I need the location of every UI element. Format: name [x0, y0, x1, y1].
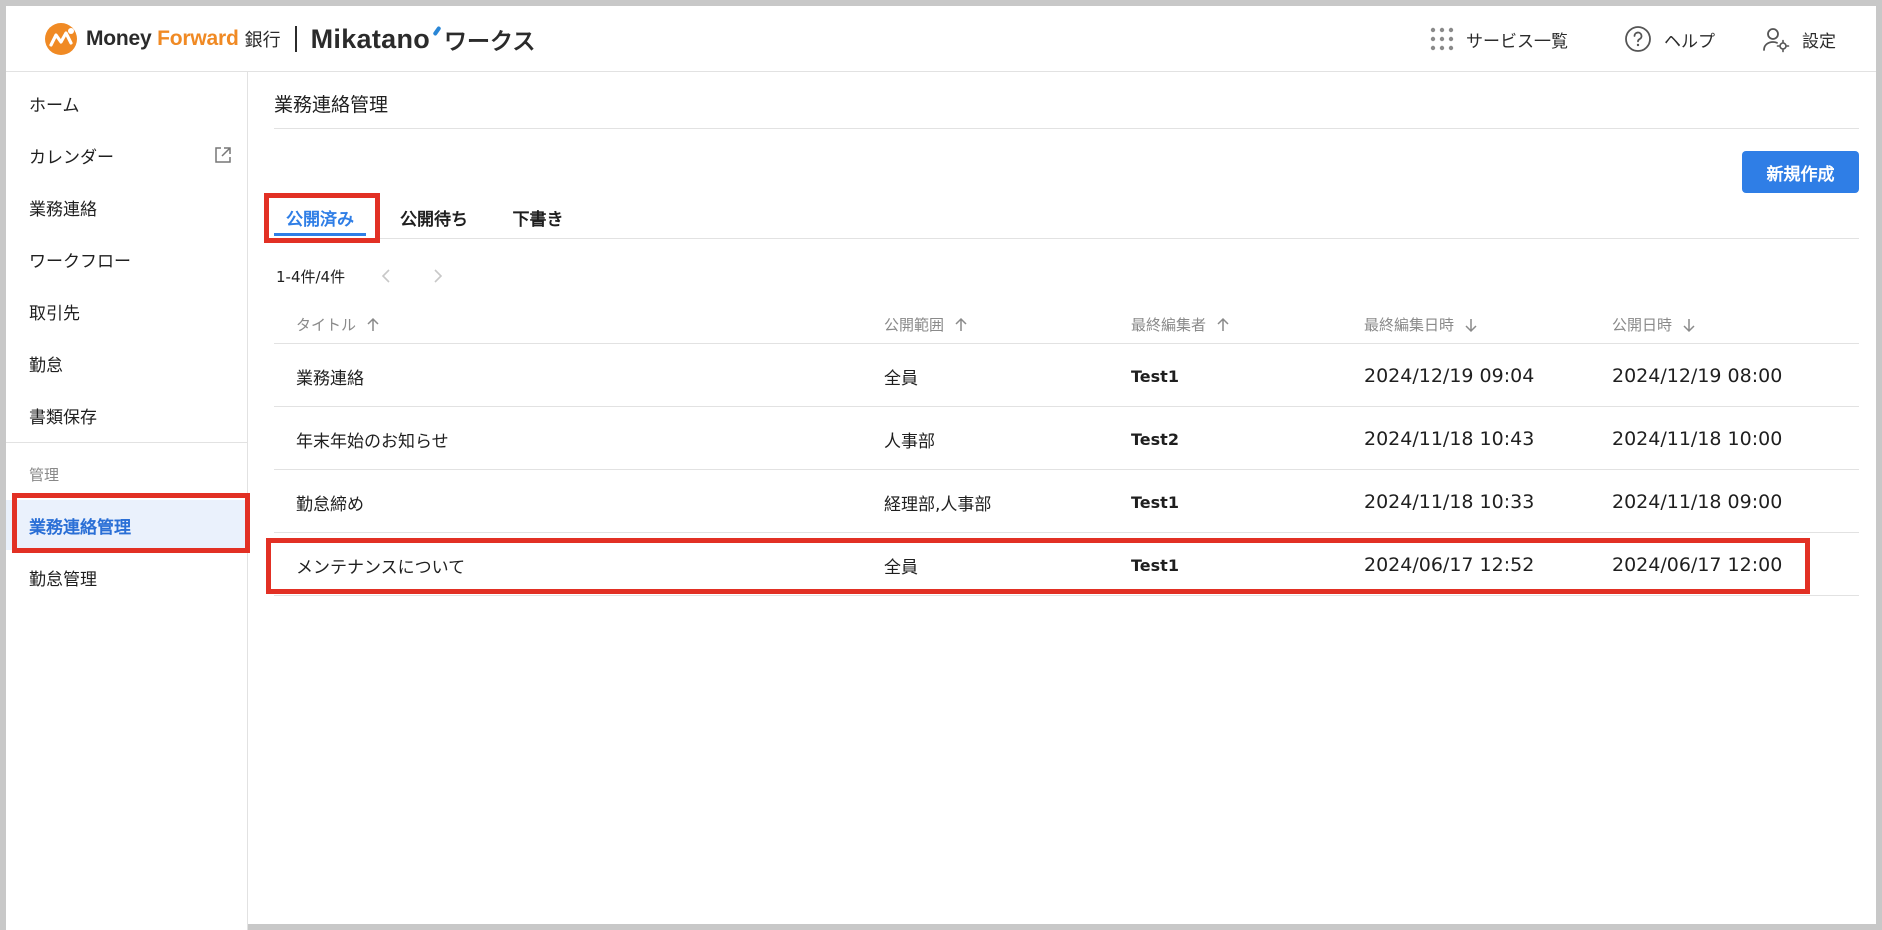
sidebar-item-calendar[interactable]: カレンダー [6, 130, 248, 180]
column-edited-at-label: 最終編集日時 [1364, 316, 1455, 334]
cell-published-at: 2024/06/17 12:00 [1612, 554, 1783, 576]
new-post-button[interactable]: 新規作成 [1742, 151, 1859, 193]
cell-scope: 経理部,人事部 [884, 494, 992, 515]
brand-mikatano: Mikatano [311, 24, 442, 55]
pagination-count: 1-4件/4件 [276, 267, 346, 286]
status-tabs: 公開済み 公開待ち 下書き [274, 201, 1859, 239]
settings-button[interactable]: 設定 [1762, 24, 1836, 54]
column-editor[interactable]: 最終編集者 [1131, 314, 1230, 335]
tab-published[interactable]: 公開済み [274, 201, 366, 239]
sidebar-item-label: 取引先 [29, 303, 80, 324]
sidebar-item-label: 書類保存 [29, 407, 97, 428]
sidebar-section-label: 管理 [29, 466, 60, 484]
column-scope-label: 公開範囲 [884, 316, 945, 334]
brand-logo[interactable]: Money Forward 銀行 Mikatano ワークス [44, 22, 535, 56]
sidebar-divider [6, 442, 248, 443]
column-editor-label: 最終編集者 [1131, 316, 1207, 334]
sidebar-item-label: 業務連絡 [29, 199, 97, 220]
sidebar-item-home[interactable]: ホーム [6, 78, 248, 128]
cell-scope: 全員 [884, 368, 918, 389]
help-icon [1625, 26, 1651, 52]
sort-desc-icon [1465, 318, 1477, 332]
cell-scope: 全員 [884, 557, 918, 578]
column-scope[interactable]: 公開範囲 [884, 314, 968, 335]
column-published-at[interactable]: 公開日時 [1612, 314, 1696, 335]
tab-scheduled[interactable]: 公開待ち [394, 201, 474, 239]
sidebar-item-attendance[interactable]: 勤怠 [6, 338, 248, 388]
chevron-right-icon[interactable] [432, 268, 444, 284]
cell-editor: Test1 [1131, 492, 1179, 512]
sidebar-item-attendance-admin[interactable]: 勤怠管理 [6, 552, 248, 602]
cell-title[interactable]: メンテナンスについて [296, 534, 465, 596]
cell-editor: Test1 [1131, 555, 1179, 575]
column-published-at-label: 公開日時 [1612, 316, 1673, 334]
sidebar: ホーム カレンダー 業務連絡 ワークフロー 取引先 勤怠 書類保存 管理 業務連… [6, 72, 248, 930]
user-settings-icon [1763, 28, 1790, 53]
pagination: 1-4件/4件 [276, 264, 345, 288]
sort-desc-icon [1683, 318, 1695, 332]
help-label: ヘルプ [1664, 31, 1715, 52]
sort-asc-icon [1217, 317, 1229, 331]
column-edited-at[interactable]: 最終編集日時 [1364, 314, 1478, 335]
cell-editor: Test1 [1131, 366, 1179, 386]
sidebar-item-workflow[interactable]: ワークフロー [6, 234, 248, 284]
sidebar-item-label: カレンダー [29, 147, 114, 168]
brand-works: ワークス [444, 29, 536, 55]
cell-edited-at: 2024/11/18 10:33 [1364, 491, 1535, 513]
cell-edited-at: 2024/12/19 09:04 [1364, 365, 1535, 387]
help-button[interactable]: ヘルプ [1624, 24, 1715, 54]
app-window: Money Forward 銀行 Mikatano ワークス サービス一覧 ヘル… [0, 0, 1882, 930]
cell-published-at: 2024/11/18 09:00 [1612, 491, 1783, 513]
page-title: 業務連絡管理 [274, 94, 389, 116]
brand-separator [294, 26, 297, 52]
sort-asc-icon [955, 317, 967, 331]
cell-published-at: 2024/12/19 08:00 [1612, 365, 1783, 387]
cell-editor: Test2 [1131, 429, 1179, 449]
sort-asc-icon [367, 317, 379, 331]
brand-bank: 銀行 [244, 30, 281, 51]
tab-draft[interactable]: 下書き [506, 201, 570, 239]
service-list-button[interactable]: サービス一覧 [1430, 24, 1568, 54]
sidebar-item-label: ホーム [29, 95, 80, 116]
cell-title[interactable]: 業務連絡 [296, 345, 364, 407]
table-row[interactable]: メンテナンスについて 全員 Test1 2024/06/17 12:52 202… [274, 534, 1859, 596]
cell-scope: 人事部 [884, 431, 935, 452]
external-link-icon [215, 147, 231, 163]
grid-icon [1430, 27, 1454, 51]
cell-title[interactable]: 勤怠締め [296, 471, 364, 533]
sidebar-item-business-contact[interactable]: 業務連絡 [6, 182, 248, 232]
sidebar-item-label: 勤怠 [29, 355, 63, 376]
column-title[interactable]: タイトル [296, 314, 380, 335]
money-forward-logo-icon [45, 23, 77, 55]
settings-label: 設定 [1802, 31, 1836, 52]
cell-edited-at: 2024/11/18 10:43 [1364, 428, 1535, 450]
sidebar-item-label: ワークフロー [29, 251, 131, 272]
cell-published-at: 2024/11/18 10:00 [1612, 428, 1783, 450]
cell-title[interactable]: 年末年始のお知らせ [296, 408, 449, 470]
title-divider [274, 128, 1859, 129]
column-title-label: タイトル [296, 316, 357, 334]
cell-edited-at: 2024/06/17 12:52 [1364, 554, 1535, 576]
sidebar-item-clients[interactable]: 取引先 [6, 286, 248, 336]
table-row[interactable]: 年末年始のお知らせ 人事部 Test2 2024/11/18 10:43 202… [274, 408, 1859, 470]
table-row[interactable]: 勤怠締め 経理部,人事部 Test1 2024/11/18 10:33 2024… [274, 471, 1859, 533]
top-header: Money Forward 銀行 Mikatano ワークス サービス一覧 ヘル… [6, 6, 1876, 72]
brand-money-forward: Money Forward [86, 27, 239, 50]
sidebar-item-label: 勤怠管理 [29, 569, 97, 590]
sidebar-item-label: 業務連絡管理 [29, 517, 131, 538]
table-header: タイトル 公開範囲 最終編集者 最終編集日時 公開日時 [274, 308, 1859, 344]
sidebar-item-business-contact-admin[interactable]: 業務連絡管理 [6, 500, 248, 550]
chevron-left-icon[interactable] [380, 268, 392, 284]
table-row[interactable]: 業務連絡 全員 Test1 2024/12/19 09:04 2024/12/1… [274, 345, 1859, 407]
sidebar-item-documents[interactable]: 書類保存 [6, 390, 248, 440]
service-list-label: サービス一覧 [1466, 31, 1568, 52]
